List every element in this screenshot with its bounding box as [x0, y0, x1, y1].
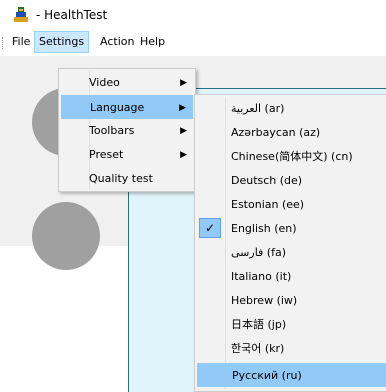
menu-item-label: 한국어 (kr) — [231, 342, 285, 355]
language-item-iw[interactable]: Hebrew (iw) — [197, 289, 386, 313]
menu-settings[interactable]: Settings — [34, 31, 90, 53]
submenu-arrow-icon: ▶ — [179, 103, 186, 113]
menu-item-label: Deutsch (de) — [231, 174, 303, 187]
menu-item-language[interactable]: Language ▶ — [61, 95, 193, 119]
menu-item-label: Video — [89, 76, 120, 89]
menu-item-toolbars[interactable]: Toolbars ▶ — [61, 119, 193, 143]
language-item-it[interactable]: Italiano (it) — [197, 265, 386, 289]
settings-menu: Video ▶ Language ▶ Toolbars ▶ Preset ▶ Q… — [58, 68, 196, 192]
placeholder-circle-2 — [32, 202, 100, 270]
menu-item-label: Toolbars — [89, 124, 135, 137]
menu-item-label: فارسی (fa) — [231, 246, 287, 259]
menu-item-label: Chinese(简体中文) (cn) — [231, 150, 353, 163]
submenu-arrow-icon: ▶ — [180, 150, 187, 160]
submenu-arrow-icon: ▶ — [180, 78, 187, 88]
language-item-kr[interactable]: 한국어 (kr) — [197, 337, 386, 361]
language-item-de[interactable]: Deutsch (de) — [197, 169, 386, 193]
language-item-cn[interactable]: Chinese(简体中文) (cn) — [197, 145, 386, 169]
menu-action[interactable]: Action — [96, 31, 138, 53]
language-item-az[interactable]: Azərbaycan (az) — [197, 121, 386, 145]
language-item-jp[interactable]: 日本語 (jp) — [197, 313, 386, 337]
menu-item-label: Preset — [89, 148, 124, 161]
menu-bar: File Settings Action Help — [0, 30, 386, 56]
title-bar: - HealthTest — [0, 0, 386, 30]
menu-help[interactable]: Help — [136, 31, 169, 53]
check-icon: ✓ — [199, 218, 221, 238]
window-title: - HealthTest — [36, 8, 108, 22]
menu-item-label: Hebrew (iw) — [231, 294, 298, 307]
menu-item-preset[interactable]: Preset ▶ — [61, 143, 193, 167]
submenu-arrow-icon: ▶ — [180, 126, 187, 136]
menu-item-video[interactable]: Video ▶ — [61, 71, 193, 95]
menu-file[interactable]: File — [8, 31, 34, 53]
menu-item-quality-test[interactable]: Quality test — [61, 167, 193, 191]
menu-item-label: العربية (ar) — [231, 102, 285, 115]
app-icon — [14, 7, 28, 22]
menu-item-label: Language — [90, 101, 145, 114]
menu-item-label: Italiano (it) — [231, 270, 292, 283]
menu-item-label: 日本語 (jp) — [231, 318, 287, 331]
language-item-en[interactable]: ✓ English (en) — [197, 217, 386, 241]
language-submenu: العربية (ar) Azərbaycan (az) Chinese(简体中… — [194, 94, 386, 392]
menu-item-label: Русский (ru) — [232, 369, 302, 382]
language-item-ar[interactable]: العربية (ar) — [197, 97, 386, 121]
menu-item-label: Quality test — [89, 172, 153, 185]
language-item-ee[interactable]: Estonian (ee) — [197, 193, 386, 217]
menu-item-label: English (en) — [231, 222, 297, 235]
menu-item-label: Estonian (ee) — [231, 198, 305, 211]
language-item-fa[interactable]: فارسی (fa) — [197, 241, 386, 265]
menubar-grip — [2, 37, 4, 49]
menu-item-label: Azərbaycan (az) — [231, 126, 321, 139]
language-item-ru[interactable]: Русский (ru) — [197, 363, 386, 387]
